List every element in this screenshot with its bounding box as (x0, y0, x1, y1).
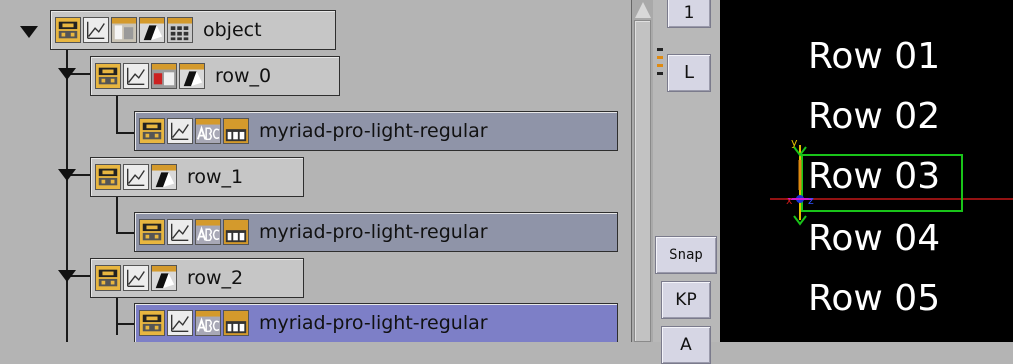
expand-triangle-icon[interactable] (58, 68, 76, 80)
tree-connector (116, 94, 118, 134)
gizmo-y-label: y (791, 136, 798, 149)
tree-node-object[interactable]: object (50, 10, 336, 50)
tree-connector (116, 132, 134, 134)
transform-icon[interactable] (139, 219, 165, 245)
tree-node-label: row_1 (187, 166, 244, 188)
tree-connector (116, 323, 134, 325)
tree-connector (116, 196, 118, 234)
render-viewport[interactable]: Row 01 Row 02 Row 03 Row 04 Row 05 y x z (720, 0, 1013, 342)
transform-icon[interactable] (139, 310, 165, 336)
alpha-icon[interactable] (167, 310, 193, 336)
transform-icon[interactable] (95, 63, 121, 89)
scrollbar-thumb[interactable] (634, 20, 651, 342)
tree-node-text[interactable]: myriad-pro-light-regular (134, 111, 618, 151)
alpha-icon[interactable] (167, 118, 193, 144)
tree-node-label: myriad-pro-light-regular (259, 312, 488, 334)
container-icon[interactable] (111, 17, 137, 43)
transform-icon[interactable] (95, 164, 121, 190)
tree-node-text[interactable]: myriad-pro-light-regular (134, 212, 618, 252)
layout-button[interactable]: L (667, 54, 711, 92)
selection-bbox (801, 154, 963, 212)
tree-node-row-0[interactable]: row_0 (90, 56, 340, 96)
layer-one-button[interactable]: 1 (667, 0, 711, 28)
expand-triangle-icon[interactable] (20, 26, 38, 38)
alpha-icon[interactable] (123, 265, 149, 291)
textfx-icon[interactable] (223, 219, 249, 245)
text-icon[interactable] (195, 310, 221, 336)
tree-node-label: myriad-pro-light-regular (259, 221, 488, 243)
alpha-icon[interactable] (167, 219, 193, 245)
surface-icon[interactable] (151, 265, 177, 291)
surface-icon[interactable] (179, 63, 205, 89)
text-icon[interactable] (195, 219, 221, 245)
layout-indicator-icon (657, 48, 663, 88)
tree-node-row-1[interactable]: row_1 (90, 157, 304, 197)
textfx-icon[interactable] (223, 310, 249, 336)
tree-connector (66, 50, 68, 342)
grid-icon[interactable] (151, 63, 177, 89)
tree-node-text-selected[interactable]: myriad-pro-light-regular (134, 303, 618, 342)
tree-node-label: object (203, 19, 262, 41)
text-icon[interactable] (195, 118, 221, 144)
transform-icon[interactable] (139, 118, 165, 144)
alpha-icon[interactable] (123, 63, 149, 89)
tree-scrollbar[interactable] (631, 0, 653, 342)
surface-icon[interactable] (139, 17, 165, 43)
snap-button[interactable]: Snap (655, 236, 717, 274)
gizmo-z-label: z (808, 194, 814, 207)
partial-button[interactable]: A (661, 326, 711, 364)
surface-icon[interactable] (151, 164, 177, 190)
kp-button[interactable]: KP (661, 281, 711, 319)
textfx-icon[interactable] (223, 118, 249, 144)
alpha-icon[interactable] (123, 164, 149, 190)
tree-connector (116, 232, 134, 234)
tree-node-label: row_2 (187, 267, 244, 289)
transform-icon[interactable] (55, 17, 81, 43)
tree-node-label: row_0 (215, 65, 272, 87)
tree-node-row-2[interactable]: row_2 (90, 258, 304, 298)
expand-triangle-icon[interactable] (58, 270, 76, 282)
alpha-icon[interactable] (83, 17, 109, 43)
gizmo-x-label: x (786, 194, 793, 207)
selection-gizmo[interactable]: y x z (720, 0, 1013, 342)
expand-triangle-icon[interactable] (58, 169, 76, 181)
transform-icon[interactable] (95, 265, 121, 291)
tree-node-label: myriad-pro-light-regular (259, 120, 488, 142)
grid-icon[interactable] (167, 17, 193, 43)
tree-connector (116, 297, 118, 335)
tool-panel: 1 L Snap KP A (653, 0, 720, 364)
scene-tree-panel: object row_0 myriad-pro-light-regular ro… (0, 0, 630, 342)
scroll-up-arrow-icon[interactable] (635, 2, 651, 18)
